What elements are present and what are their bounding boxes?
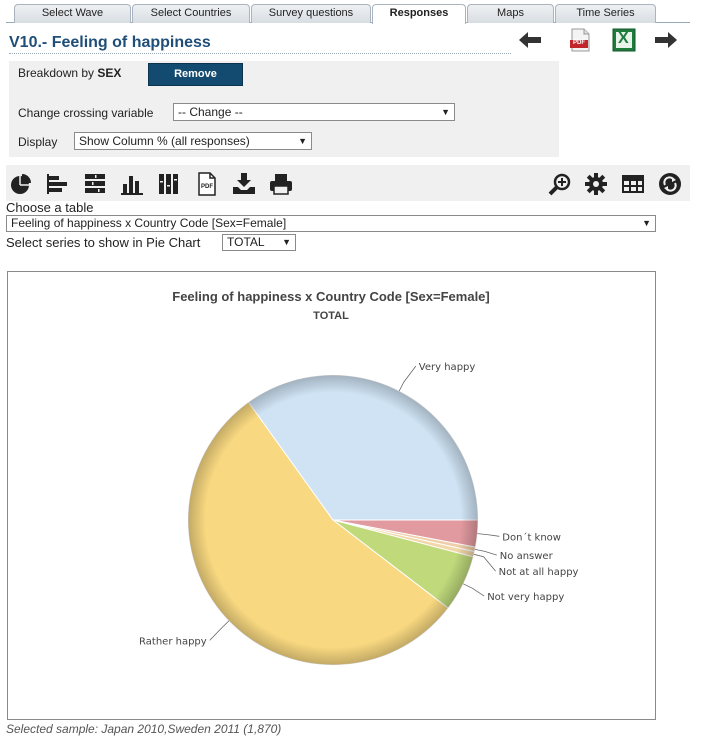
display-select[interactable]: Show Column % (all responses) ▼ bbox=[74, 132, 312, 150]
refresh-icon bbox=[659, 173, 681, 195]
series-select-value: TOTAL bbox=[227, 235, 265, 249]
chevron-down-icon: ▼ bbox=[298, 136, 307, 146]
breakdown-label: Breakdown by SEX bbox=[18, 66, 121, 80]
stacked-horizontal-bar-icon bbox=[85, 174, 105, 193]
forward-button[interactable] bbox=[652, 28, 680, 52]
chart-title: Feeling of happiness x Country Code [Sex… bbox=[172, 289, 489, 304]
export-excel-button[interactable]: X bbox=[610, 28, 638, 52]
table-select[interactable]: Feeling of happiness x Country Code [Sex… bbox=[6, 215, 656, 232]
chart-container: Feeling of happiness x Country Code [Sex… bbox=[7, 271, 656, 720]
crossing-label: Change crossing variable bbox=[18, 106, 154, 120]
export-pdf-button[interactable]: PDF bbox=[566, 28, 594, 52]
tab-responses[interactable]: Responses bbox=[372, 4, 466, 24]
table-select-value: Feeling of happiness x Country Code [Sex… bbox=[11, 216, 287, 230]
settings-button[interactable] bbox=[584, 172, 608, 196]
pie-label: Not at all happy bbox=[499, 567, 579, 578]
vertical-bar-chart-icon bbox=[121, 176, 143, 195]
breakdown-label-text: Breakdown by bbox=[18, 66, 95, 80]
stacked-column-chart-icon bbox=[159, 174, 178, 194]
display-label: Display bbox=[18, 135, 58, 149]
pie-label-connector bbox=[463, 583, 485, 597]
pie-label: Not very happy bbox=[487, 592, 564, 603]
zoom-in-icon bbox=[548, 173, 571, 196]
pie-label: No answer bbox=[500, 551, 554, 562]
settings-gear-icon bbox=[585, 173, 607, 195]
pie-label-connector bbox=[474, 549, 497, 556]
pie-label-connector bbox=[477, 533, 500, 537]
pdf-export-label: PDF bbox=[201, 184, 213, 190]
tab-survey-questions[interactable]: Survey questions bbox=[251, 4, 371, 23]
tab-select-countries[interactable]: Select Countries bbox=[132, 4, 250, 23]
chevron-down-icon: ▼ bbox=[642, 218, 651, 228]
pie-label-connector bbox=[209, 620, 230, 641]
selected-sample-note: Selected sample: Japan 2010,Sweden 2011 … bbox=[6, 722, 282, 736]
tab-select-wave[interactable]: Select Wave bbox=[14, 4, 131, 23]
page-title: V10.- Feeling of happiness bbox=[9, 34, 511, 54]
refresh-button[interactable] bbox=[658, 172, 682, 196]
export-pdf-tool-button[interactable]: PDF bbox=[195, 172, 219, 196]
arrow-right-icon bbox=[655, 32, 677, 48]
arrow-left-icon bbox=[519, 32, 541, 48]
series-select-label: Select series to show in Pie Chart bbox=[6, 235, 201, 250]
chevron-down-icon: ▼ bbox=[282, 237, 291, 247]
stacked-horizontal-bar-button[interactable] bbox=[83, 172, 107, 196]
download-button[interactable] bbox=[232, 172, 256, 196]
remove-button[interactable]: Remove bbox=[148, 63, 243, 86]
back-button[interactable] bbox=[516, 28, 544, 52]
crossing-variable-select[interactable]: -- Change -- ▼ bbox=[173, 103, 455, 121]
tab-bar: Select Wave Select Countries Survey ques… bbox=[6, 4, 690, 24]
chart-toolbar: PDF bbox=[6, 165, 690, 201]
tab-time-series[interactable]: Time Series bbox=[555, 4, 656, 23]
print-icon bbox=[270, 174, 292, 195]
table-view-button[interactable] bbox=[621, 172, 645, 196]
vertical-bar-chart-button[interactable] bbox=[120, 172, 144, 196]
table-view-icon bbox=[622, 175, 644, 193]
crossing-select-value: -- Change -- bbox=[178, 105, 243, 119]
download-icon bbox=[233, 173, 255, 194]
choose-table-label: Choose a table bbox=[6, 200, 94, 215]
stacked-column-chart-button[interactable] bbox=[157, 172, 181, 196]
pie-label-connector bbox=[473, 553, 496, 572]
chart-subtitle: TOTAL bbox=[313, 310, 349, 322]
pie-chart-icon bbox=[11, 174, 31, 194]
horizontal-bar-chart-icon bbox=[47, 174, 67, 194]
excel-file-label: X bbox=[618, 30, 629, 47]
tab-maps[interactable]: Maps bbox=[467, 4, 554, 23]
pie-label-connector bbox=[398, 365, 417, 392]
print-button[interactable] bbox=[269, 172, 293, 196]
pie-label: Rather happy bbox=[139, 636, 207, 647]
pie-label: Very happy bbox=[419, 362, 476, 373]
pie-chart-button[interactable] bbox=[9, 172, 33, 196]
display-select-value: Show Column % (all responses) bbox=[79, 134, 250, 148]
horizontal-bar-chart-button[interactable] bbox=[45, 172, 69, 196]
series-select[interactable]: TOTAL ▼ bbox=[222, 234, 296, 251]
breakdown-value: SEX bbox=[97, 66, 122, 80]
pie-chart: Feeling of happiness x Country Code [Sex… bbox=[139, 289, 579, 666]
zoom-in-button[interactable] bbox=[548, 172, 572, 196]
chevron-down-icon: ▼ bbox=[441, 107, 450, 117]
options-panel: Breakdown by SEX Remove Change crossing … bbox=[9, 61, 559, 157]
pie-label: Don´t know bbox=[502, 531, 561, 543]
pdf-file-label: PDF bbox=[573, 40, 585, 46]
